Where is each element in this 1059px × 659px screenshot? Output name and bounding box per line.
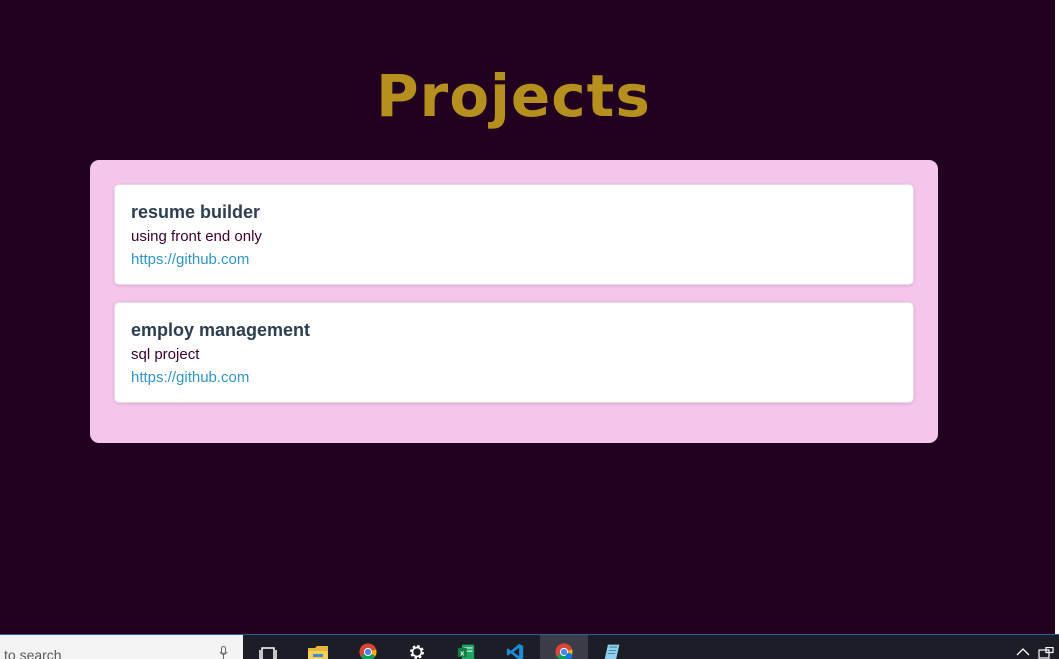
file-explorer-icon[interactable] <box>307 643 329 659</box>
excel-icon[interactable]: x <box>455 643 477 659</box>
taskbar-search-box[interactable]: to search <box>0 635 243 659</box>
window-edge <box>1055 0 1059 634</box>
network-icon[interactable] <box>1038 647 1054 659</box>
vscode-icon[interactable] <box>504 643 526 659</box>
project-card: employ management sql project https://gi… <box>114 302 914 403</box>
microphone-icon[interactable] <box>219 646 228 659</box>
settings-icon[interactable] <box>406 643 428 659</box>
project-link[interactable]: https://github.com <box>131 369 249 386</box>
project-name: employ management <box>131 320 311 340</box>
page-title: Projects <box>376 62 651 130</box>
task-view-icon[interactable] <box>257 643 279 659</box>
project-description: using front end only <box>131 228 262 245</box>
project-link[interactable]: https://github.com <box>131 251 249 268</box>
search-placeholder: to search <box>4 647 62 659</box>
project-name: resume builder <box>131 202 261 222</box>
taskbar: to search x <box>0 634 1059 659</box>
project-card: resume builder using front end only http… <box>114 184 914 285</box>
projects-panel: resume builder using front end only http… <box>90 160 938 443</box>
chrome-icon[interactable] <box>357 643 379 659</box>
chevron-up-icon[interactable] <box>1016 647 1030 657</box>
notepad-icon[interactable] <box>601 643 623 659</box>
projects-page: Projects resume builder using front end … <box>0 0 1055 634</box>
project-description: sql project <box>131 346 200 363</box>
chrome-profile-icon[interactable] <box>553 643 575 659</box>
